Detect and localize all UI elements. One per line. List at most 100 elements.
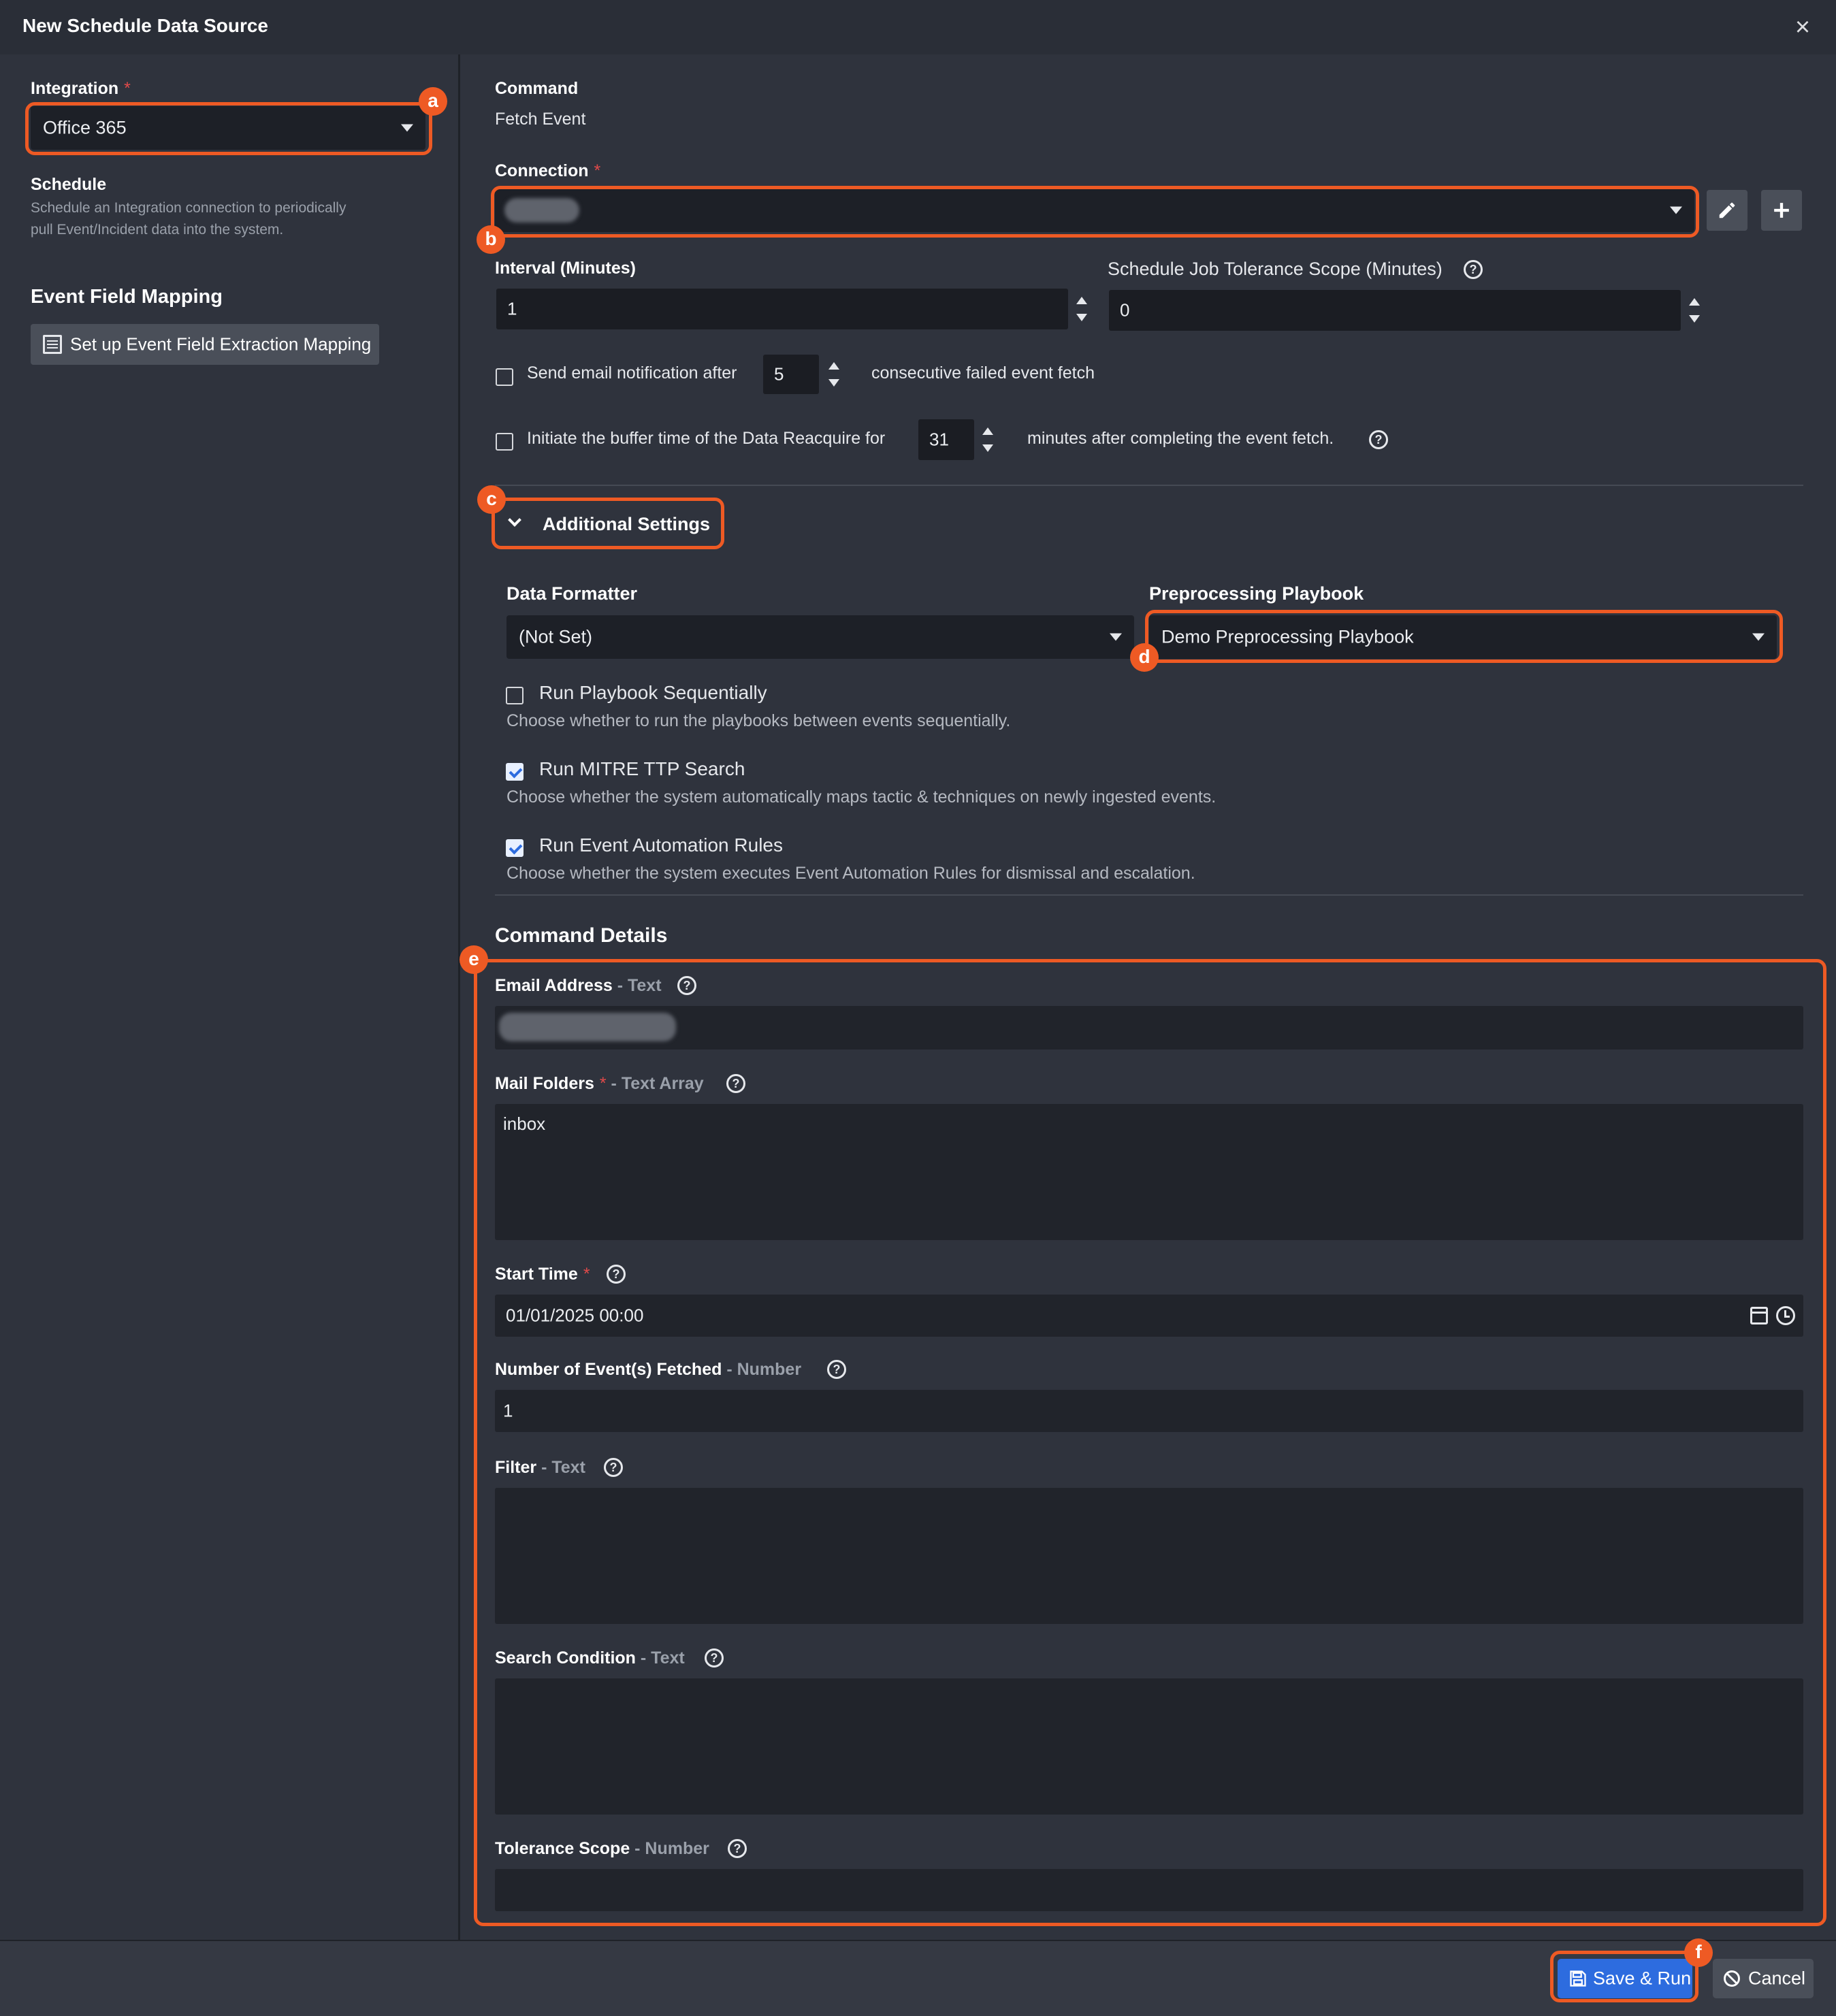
interval-stepper[interactable]: [1072, 290, 1092, 328]
filter-label: Filter - Text: [495, 1458, 585, 1477]
arrow-up-icon[interactable]: [828, 362, 839, 370]
buffer-prefix: Initiate the buffer time of the Data Rea…: [527, 429, 886, 448]
start-time-value: 01/01/2025 00:00: [506, 1305, 644, 1326]
setup-mapping-button[interactable]: Set up Event Field Extraction Mapping: [31, 324, 379, 365]
edit-connection-button[interactable]: [1707, 190, 1748, 231]
section-divider: [495, 894, 1803, 896]
arrow-down-icon[interactable]: [1076, 314, 1087, 321]
email-notify-checkbox[interactable]: [496, 368, 513, 386]
callout-badge-c: c: [477, 485, 506, 514]
buffer-minutes-input[interactable]: 31: [918, 419, 974, 460]
help-icon[interactable]: ?: [726, 1074, 745, 1093]
email-notify-count-input[interactable]: 5: [763, 355, 819, 394]
save-and-run-label: Save & Run: [1593, 1968, 1692, 1989]
email-address-label: Email Address - Text: [495, 976, 662, 995]
number-of-events-input[interactable]: 1: [495, 1390, 1803, 1432]
data-formatter-value: (Not Set): [519, 626, 593, 647]
save-and-run-button[interactable]: Save & Run: [1558, 1959, 1692, 1998]
preprocessing-playbook-select[interactable]: Demo Preprocessing Playbook: [1149, 615, 1777, 659]
section-divider: [495, 485, 1803, 486]
interval-value: 1: [507, 298, 517, 319]
preprocessing-playbook-value: Demo Preprocessing Playbook: [1161, 626, 1414, 647]
run-event-automation-rules-desc: Choose whether the system executes Event…: [506, 864, 1195, 883]
number-of-events-label: Number of Event(s) Fetched - Number: [495, 1360, 802, 1379]
arrow-down-icon[interactable]: [982, 444, 993, 452]
mail-folders-textarea[interactable]: inbox: [495, 1104, 1803, 1240]
callout-badge-e: e: [460, 945, 488, 974]
tolerance-stepper[interactable]: [1684, 291, 1705, 329]
help-icon[interactable]: ?: [827, 1360, 846, 1379]
integration-select[interactable]: Office 365: [31, 106, 425, 150]
integration-value: Office 365: [43, 117, 127, 138]
buffer-stepper[interactable]: [978, 421, 998, 459]
command-details-title: Command Details: [495, 924, 668, 947]
filter-textarea[interactable]: [495, 1488, 1803, 1624]
help-icon[interactable]: ?: [677, 976, 696, 995]
data-formatter-select[interactable]: (Not Set): [506, 615, 1134, 659]
run-event-automation-rules-checkbox[interactable]: [506, 839, 524, 857]
help-icon[interactable]: ?: [705, 1648, 724, 1668]
help-icon[interactable]: ?: [607, 1265, 626, 1284]
run-mitre-ttp-search-checkbox[interactable]: [506, 763, 524, 781]
connection-select[interactable]: [495, 189, 1694, 232]
calendar-icon[interactable]: [1750, 1307, 1768, 1324]
schedule-description-line-2: pull Event/Incident data into the system…: [31, 222, 284, 238]
buffer-suffix: minutes after completing the event fetch…: [1027, 429, 1334, 448]
email-address-input[interactable]: [495, 1006, 1803, 1050]
arrow-up-icon[interactable]: [982, 427, 993, 435]
schedule-description-line-1: Schedule an Integration connection to pe…: [31, 200, 347, 216]
cancel-button[interactable]: Cancel: [1713, 1959, 1814, 1998]
search-condition-label: Search Condition - Text: [495, 1648, 685, 1668]
connection-label: Connection *: [495, 161, 601, 180]
event-field-mapping-title: Event Field Mapping: [31, 286, 223, 308]
buffer-minutes: 31: [929, 429, 949, 450]
interval-input[interactable]: 1: [496, 289, 1068, 329]
additional-settings-toggle[interactable]: Additional Settings: [494, 502, 718, 545]
help-icon[interactable]: ?: [1369, 430, 1388, 449]
help-icon[interactable]: ?: [1464, 260, 1483, 279]
ban-icon: [1724, 1970, 1740, 1987]
dialog-footer: Save & Run Cancel: [0, 1940, 1836, 2016]
plus-icon: [1774, 203, 1789, 218]
arrow-down-icon[interactable]: [828, 379, 839, 387]
tolerance-input[interactable]: 0: [1109, 290, 1681, 331]
run-event-automation-rules-label: Run Event Automation Rules: [539, 834, 783, 856]
callout-badge-a: a: [419, 87, 447, 116]
callout-badge-f: f: [1684, 1938, 1713, 1967]
chevron-down-icon: [401, 124, 413, 132]
arrow-up-icon[interactable]: [1076, 297, 1087, 304]
email-notify-suffix: consecutive failed event fetch: [871, 363, 1095, 383]
command-value: Fetch Event: [495, 110, 586, 129]
integration-label: Integration *: [31, 79, 131, 98]
arrow-up-icon[interactable]: [1689, 298, 1700, 306]
chevron-down-icon: [1752, 633, 1765, 641]
clock-icon[interactable]: [1776, 1306, 1795, 1325]
tolerance-scope-input[interactable]: [495, 1869, 1803, 1911]
chevron-down-icon: [1110, 633, 1122, 641]
start-time-input[interactable]: 01/01/2025 00:00: [495, 1295, 1803, 1337]
table-icon: [43, 335, 62, 354]
search-condition-textarea[interactable]: [495, 1678, 1803, 1815]
email-notify-stepper[interactable]: [824, 355, 844, 393]
email-address-redacted: [499, 1013, 676, 1041]
cancel-label: Cancel: [1748, 1968, 1806, 1989]
buffer-checkbox[interactable]: [496, 433, 513, 451]
arrow-down-icon[interactable]: [1689, 315, 1700, 323]
help-icon[interactable]: ?: [604, 1458, 623, 1477]
pencil-icon: [1719, 202, 1735, 218]
save-icon: [1570, 1970, 1586, 1987]
tolerance-scope-label: Tolerance Scope - Number: [495, 1839, 709, 1858]
close-icon[interactable]: ×: [1789, 12, 1816, 42]
number-of-events-value: 1: [503, 1400, 513, 1421]
run-playbook-sequentially-checkbox[interactable]: [506, 687, 524, 704]
mail-folders-label: Mail Folders * - Text Array: [495, 1074, 704, 1093]
schedule-title: Schedule: [31, 175, 107, 194]
callout-badge-b: b: [477, 225, 505, 254]
help-icon[interactable]: ?: [728, 1839, 747, 1858]
dialog-title-bar: New Schedule Data Source ×: [0, 0, 1836, 54]
email-notify-prefix: Send email notification after: [527, 363, 737, 383]
additional-settings-title: Additional Settings: [543, 514, 710, 534]
run-mitre-ttp-search-label: Run MITRE TTP Search: [539, 758, 745, 779]
add-connection-button[interactable]: [1761, 190, 1802, 231]
setup-mapping-button-label: Set up Event Field Extraction Mapping: [70, 334, 372, 355]
